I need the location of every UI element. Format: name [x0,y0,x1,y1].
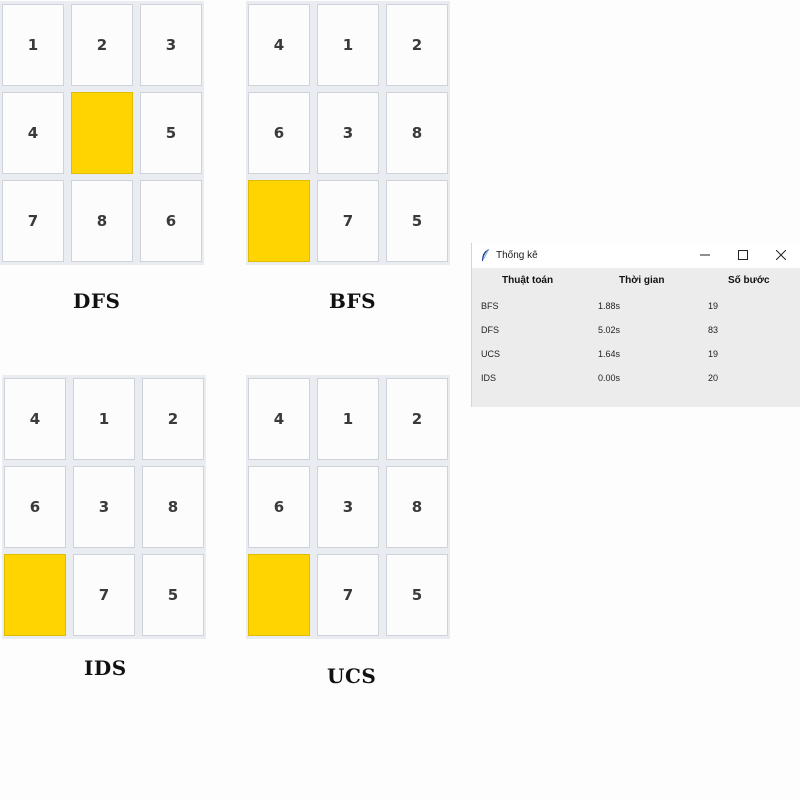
steps-cell: 83 [708,325,719,335]
tile: 7 [317,180,379,262]
tile: 1 [317,378,379,460]
board-label-dfs: DFS [73,289,121,313]
minimize-button[interactable] [686,243,724,268]
tile: 4 [4,378,66,460]
stats-titlebar[interactable]: Thống kê [472,243,800,268]
tile: 3 [73,466,135,548]
time-cell: 5.02s [598,325,621,335]
tile: 5 [386,554,448,636]
tile: 2 [386,4,448,86]
board-label-ucs: UCS [327,664,377,688]
tile: 6 [248,466,310,548]
tile: 3 [140,4,202,86]
puzzle-app-window: 1 2 3 4 5 7 8 6 DFS 4 1 2 6 3 8 7 5 BFS … [0,0,800,800]
tile: 4 [2,92,64,174]
column-header-algorithm: Thuật toán [502,275,554,286]
board-label-ids: IDS [84,656,127,680]
tile: 7 [317,554,379,636]
board-ids: 4 1 2 6 3 8 7 5 [2,375,206,639]
maximize-icon [738,249,748,263]
board-bfs: 4 1 2 6 3 8 7 5 [246,1,450,265]
tile: 2 [142,378,204,460]
window-controls [686,243,800,268]
close-icon [775,249,787,263]
table-row: DFS 5.02s 83 [472,318,800,342]
steps-cell: 20 [708,373,719,383]
steps-cell: 19 [708,349,719,359]
algorithm-cell: DFS [481,325,499,335]
tile: 7 [73,554,135,636]
tile: 6 [248,92,310,174]
close-button[interactable] [762,243,800,268]
steps-cell: 19 [708,301,719,311]
blank-tile [248,554,310,636]
tile: 4 [248,378,310,460]
algorithm-cell: BFS [481,301,499,311]
board-dfs: 1 2 3 4 5 7 8 6 [0,1,204,265]
tile: 4 [248,4,310,86]
tile: 3 [317,466,379,548]
algorithm-cell: UCS [481,349,501,359]
tile: 5 [142,554,204,636]
tile: 8 [142,466,204,548]
blank-tile [4,554,66,636]
tile: 2 [71,4,133,86]
tile: 8 [71,180,133,262]
tile: 6 [4,466,66,548]
tile: 7 [2,180,64,262]
blank-tile [248,180,310,262]
tile: 5 [140,92,202,174]
table-header-row: Thuật toán Thời gian Số bước [472,268,800,294]
tile: 6 [140,180,202,262]
board-ucs: 4 1 2 6 3 8 7 5 [246,375,450,639]
tile: 3 [317,92,379,174]
feather-icon [480,249,490,263]
maximize-button[interactable] [724,243,762,268]
table-row: IDS 0.00s 20 [472,366,800,390]
algorithm-cell: IDS [481,373,497,383]
time-cell: 1.88s [598,301,621,311]
column-header-time: Thời gian [619,275,665,286]
tile: 5 [386,180,448,262]
tile: 8 [386,92,448,174]
tile: 1 [73,378,135,460]
blank-tile [71,92,133,174]
stats-table: Thuật toán Thời gian Số bước BFS 1.88s 1… [472,268,800,390]
tile: 1 [2,4,64,86]
column-header-steps: Số bước [728,275,770,286]
time-cell: 1.64s [598,349,621,359]
minimize-icon [700,249,710,263]
window-title: Thống kê [496,250,538,261]
board-label-bfs: BFS [329,289,377,313]
tile: 2 [386,378,448,460]
table-row: UCS 1.64s 19 [472,342,800,366]
tile: 8 [386,466,448,548]
time-cell: 0.00s [598,373,621,383]
stats-window: Thống kê Thuật toán Thời gian Số bước BF… [471,243,800,407]
table-row: BFS 1.88s 19 [472,294,800,318]
tile: 1 [317,4,379,86]
